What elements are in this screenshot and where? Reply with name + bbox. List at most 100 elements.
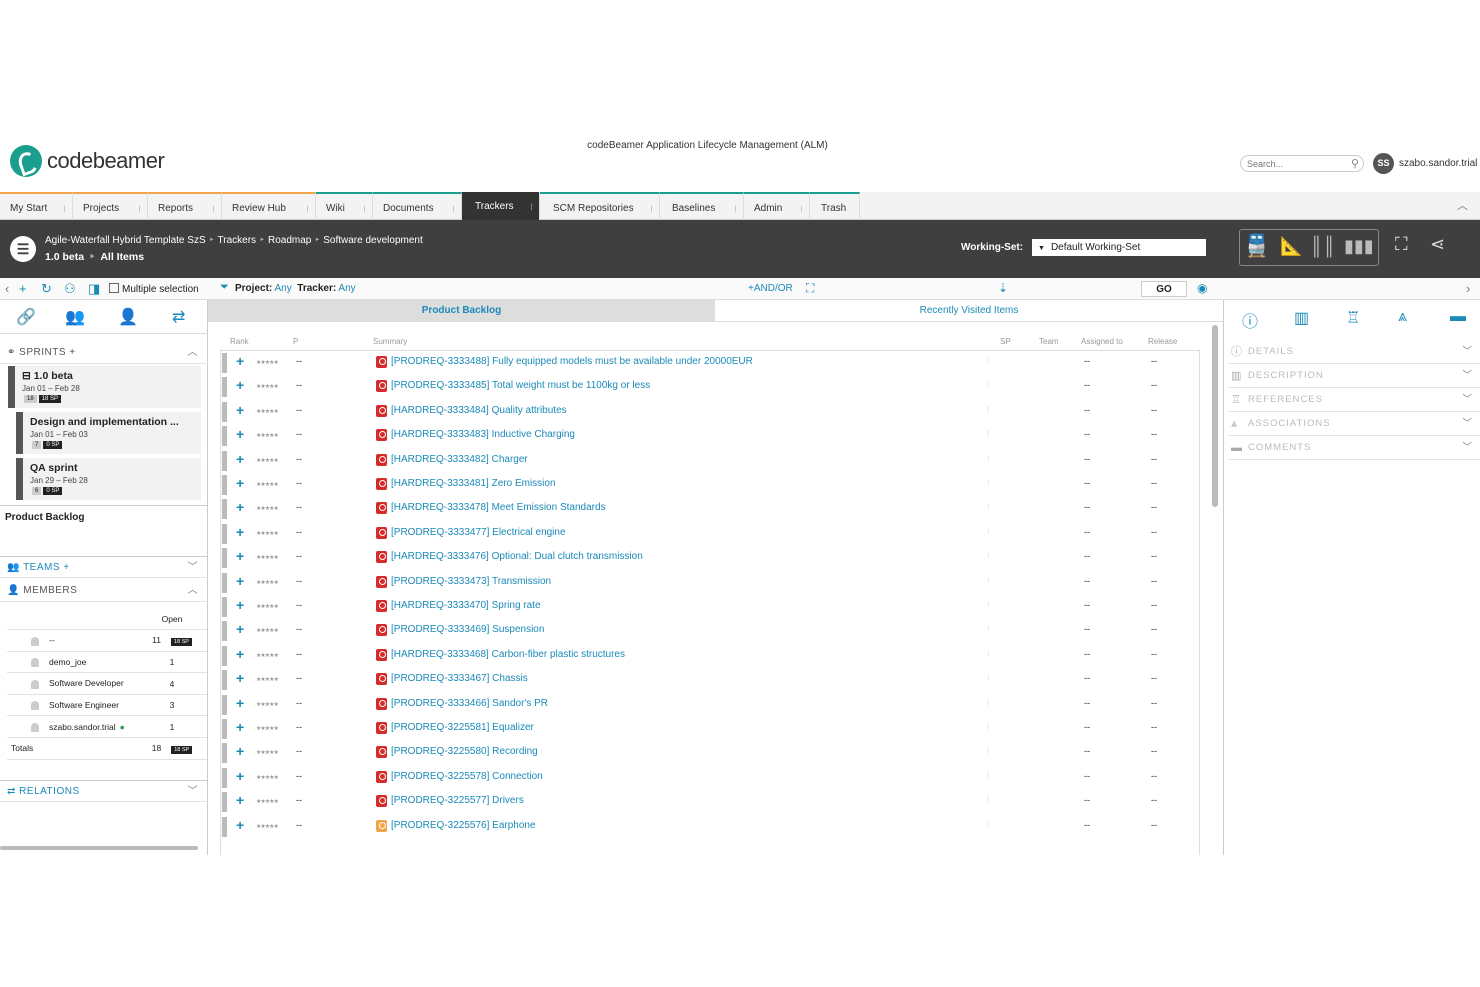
tab-recently-visited[interactable]: Recently Visited Items <box>715 300 1223 322</box>
breadcrumb-trackers[interactable]: Trackers <box>218 235 257 246</box>
add-child-icon[interactable]: + <box>236 426 244 442</box>
add-child-icon[interactable]: + <box>236 719 244 735</box>
info-icon[interactable]: ⓘ <box>1242 308 1258 332</box>
item-summary-link[interactable]: [HARDREQ-3333482] Charger <box>391 454 528 465</box>
drag-handle[interactable] <box>222 792 227 813</box>
drag-handle[interactable] <box>222 499 227 520</box>
team-icon[interactable]: 👥 <box>65 307 85 327</box>
add-child-icon[interactable]: + <box>236 743 244 759</box>
label-icon[interactable]: ◨ <box>88 281 100 297</box>
timeline-icon[interactable]: ║║ <box>1310 236 1336 257</box>
add-child-icon[interactable]: + <box>236 646 244 662</box>
table-row[interactable]: + ★★★★★ -- [PRODREQ-3333469] Suspension ⁝ -- -… <box>221 619 1201 643</box>
item-summary-link[interactable]: [PRODREQ-3333488] Fully equipped models … <box>391 356 753 367</box>
drag-handle[interactable] <box>222 719 227 739</box>
add-child-icon[interactable]: + <box>236 573 244 589</box>
chevron-left-icon[interactable]: ‹ <box>5 281 9 296</box>
item-summary-link[interactable]: [HARDREQ-3333478] Meet Emission Standard… <box>391 502 606 513</box>
drag-handle[interactable] <box>222 475 227 495</box>
table-row[interactable]: + ★★★★★ -- [PRODREQ-3225581] Equalizer ⁝ -- -- <box>221 717 1201 741</box>
tab-review-hub[interactable]: Review Hub ⁝ <box>222 192 316 220</box>
release-name[interactable]: 1.0 beta <box>45 251 84 263</box>
add-child-icon[interactable]: + <box>236 377 244 393</box>
search-input[interactable]: Search... ⚲ <box>1240 155 1364 172</box>
details-section[interactable]: ⓘ DETAILS ﹀ <box>1228 340 1480 364</box>
table-row[interactable]: + ★★★★★ -- [PRODREQ-3333488] Fully equipped… <box>221 351 1201 375</box>
chevron-up-icon[interactable]: ︿ <box>188 580 199 602</box>
chevron-up-icon[interactable]: ︿ <box>188 342 199 364</box>
fullscreen-icon[interactable]: ⛶ <box>806 281 814 296</box>
sprint-card[interactable]: QA sprint Jan 29 – Feb 28 60 SP <box>16 458 201 500</box>
item-summary-link[interactable]: [PRODREQ-3333469] Suspension <box>391 624 544 635</box>
sprint-card[interactable]: ⊟ 1.0 beta Jan 01 – Feb 28 18 18 SP <box>8 366 201 408</box>
add-icon[interactable]: + <box>19 281 27 296</box>
tab-wiki[interactable]: Wiki ⁝ <box>316 192 373 220</box>
members-header[interactable]: 👤 MEMBERS ︿ <box>0 580 208 602</box>
item-summary-link[interactable]: [PRODREQ-3333485] Total weight must be 1… <box>391 380 650 391</box>
table-row[interactable]: demo_joe 1 <box>7 651 207 674</box>
item-summary-link[interactable]: [PRODREQ-3225577] Drivers <box>391 795 524 806</box>
item-summary-link[interactable]: [PRODREQ-3333466] Sandor's PR <box>391 698 548 709</box>
tab-baselines[interactable]: Baselines ⁝ <box>660 192 744 220</box>
tab-product-backlog[interactable]: Product Backlog <box>208 300 715 322</box>
chevron-down-icon[interactable]: ﹀ <box>1462 436 1473 460</box>
add-child-icon[interactable]: + <box>236 670 244 686</box>
table-row[interactable]: + ★★★★★ -- [HARDREQ-3333478] Meet Emission … <box>221 497 1201 521</box>
drag-handle[interactable] <box>222 816 227 837</box>
column-release[interactable]: Release <box>1148 337 1177 346</box>
add-child-icon[interactable]: + <box>236 451 244 467</box>
table-row[interactable]: + ★★★★★ -- [PRODREQ-3225580] Recording ⁝ -- -- <box>221 741 1201 765</box>
association-icon[interactable]: ⩓ <box>1398 308 1407 326</box>
add-child-icon[interactable]: + <box>236 402 244 418</box>
column-assigned-to[interactable]: Assigned to <box>1081 337 1123 346</box>
search-icon[interactable]: ⚲ <box>1351 157 1359 170</box>
drag-handle[interactable] <box>222 377 227 398</box>
table-row[interactable]: + ★★★★★ -- [PRODREQ-3333467] Chassis ⁝ -- -- <box>221 668 1201 692</box>
comment-icon[interactable]: ▬ <box>1450 308 1466 326</box>
add-child-icon[interactable]: + <box>236 792 244 808</box>
column-rank[interactable]: Rank <box>230 337 249 346</box>
multiple-selection-toggle[interactable]: Multiple selection <box>109 283 199 295</box>
item-summary-link[interactable]: [HARDREQ-3333476] Optional: Dual clutch … <box>391 551 643 562</box>
table-row[interactable]: + ★★★★★ -- [PRODREQ-3225576] Earphone ⁝ -- -- <box>221 815 1201 839</box>
drag-handle[interactable] <box>222 523 227 544</box>
filter-icon[interactable]: ⏷ <box>220 281 229 294</box>
add-team-icon[interactable]: + <box>63 562 69 573</box>
table-row[interactable]: + ★★★★★ -- [PRODREQ-3333485] Total weight m… <box>221 375 1201 399</box>
column-team[interactable]: Team <box>1039 337 1059 346</box>
go-button[interactable]: GO <box>1141 281 1187 297</box>
item-summary-link[interactable]: [PRODREQ-3225581] Equalizer <box>391 722 534 733</box>
add-child-icon[interactable]: + <box>236 817 244 833</box>
tab-my-start[interactable]: My Start ⁝ <box>0 192 73 220</box>
sort-icon[interactable]: ⇣ <box>998 281 1008 295</box>
table-row[interactable]: + ★★★★★ -- [HARDREQ-3333468] Carbon-fiber p… <box>221 644 1201 668</box>
chevron-down-icon[interactable]: ﹀ <box>1462 412 1473 436</box>
member-check-icon[interactable]: 👤 <box>118 307 138 327</box>
drag-handle[interactable] <box>222 621 227 642</box>
product-backlog-link[interactable]: Product Backlog <box>5 512 84 523</box>
item-summary-link[interactable]: [HARDREQ-3333484] Quality attributes <box>391 405 567 416</box>
item-summary-link[interactable]: [PRODREQ-3225578] Connection <box>391 771 543 782</box>
and-or-button[interactable]: +AND/OR <box>748 283 793 294</box>
table-row[interactable]: + ★★★★★ -- [HARDREQ-3333484] Quality attrib… <box>221 400 1201 424</box>
add-child-icon[interactable]: + <box>236 548 244 564</box>
drag-handle[interactable] <box>222 767 227 788</box>
item-summary-link[interactable]: [PRODREQ-3333473] Transmission <box>391 576 551 587</box>
references-section[interactable]: ♖ REFERENCES ﹀ <box>1228 388 1480 412</box>
relations-header[interactable]: ⇄ RELATIONS ﹀ <box>0 780 208 802</box>
checkbox[interactable] <box>109 283 119 293</box>
column-priority[interactable]: P <box>293 337 298 346</box>
chevron-down-icon[interactable]: ﹀ <box>1462 388 1473 412</box>
link-icon[interactable]: 🔗 <box>16 307 36 327</box>
tab-projects[interactable]: Projects ⁝ <box>73 192 148 220</box>
tab-documents[interactable]: Documents ⁝ <box>373 192 462 220</box>
item-summary-link[interactable]: [PRODREQ-3333467] Chassis <box>391 673 528 684</box>
item-summary-link[interactable]: [PRODREQ-3333477] Electrical engine <box>391 527 566 538</box>
drag-handle[interactable] <box>222 645 227 666</box>
drag-handle[interactable] <box>222 670 227 691</box>
item-summary-link[interactable]: [HARDREQ-3333483] Inductive Charging <box>391 429 575 440</box>
table-row[interactable]: + ★★★★★ -- [HARDREQ-3333476] Optional: Dual… <box>221 546 1201 570</box>
sprint-card[interactable]: Design and implementation ... Jan 01 – F… <box>16 412 201 454</box>
add-sprint-icon[interactable]: + <box>69 347 75 358</box>
item-summary-link[interactable]: [HARDREQ-3333481] Zero Emission <box>391 478 556 489</box>
